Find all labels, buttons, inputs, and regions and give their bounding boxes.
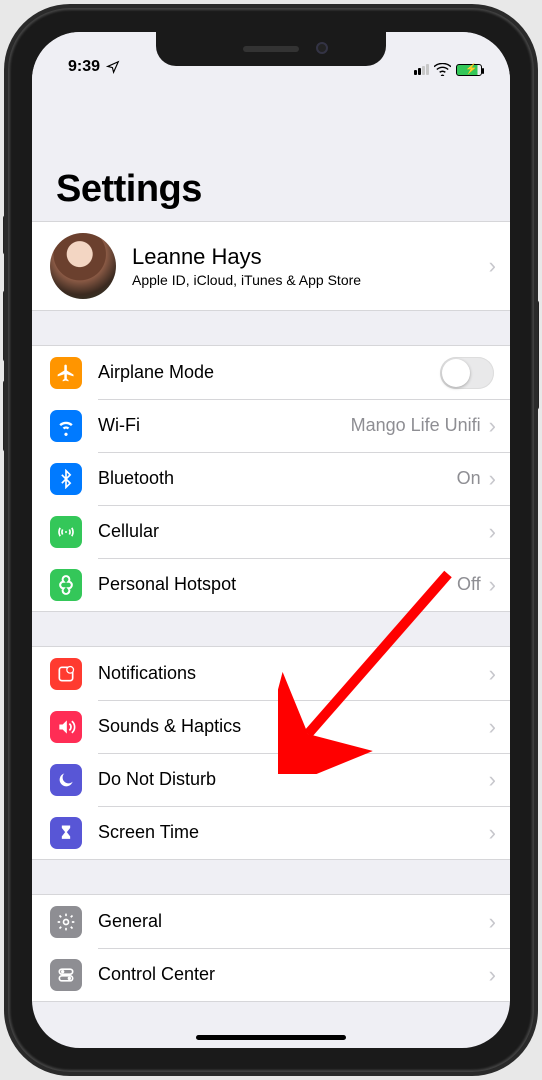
chevron-right-icon: › (487, 714, 510, 740)
row-value: On (457, 468, 481, 489)
chevron-right-icon: › (487, 519, 510, 545)
phone-frame: 9:39 ⚡ Settings Leanne Hays Apple ID, iC… (8, 8, 534, 1072)
chevron-right-icon: › (487, 909, 510, 935)
row-bluetooth[interactable]: Bluetooth On › (32, 452, 510, 505)
alerts-group: Notifications › Sounds & Haptics › Do No… (32, 646, 510, 860)
row-value: Off (457, 574, 481, 595)
connectivity-group: Airplane Mode Wi-Fi Mango Life Unifi › B… (32, 345, 510, 612)
hotspot-icon (50, 569, 82, 601)
row-screen-time[interactable]: Screen Time › (32, 806, 510, 859)
row-general[interactable]: General › (32, 895, 510, 948)
row-sounds-haptics[interactable]: Sounds & Haptics › (32, 700, 510, 753)
row-label: General (98, 911, 487, 932)
row-label: Screen Time (98, 822, 487, 843)
airplane-toggle[interactable] (440, 357, 494, 389)
row-wifi[interactable]: Wi-Fi Mango Life Unifi › (32, 399, 510, 452)
battery-charging-icon: ⚡ (456, 64, 482, 76)
speaker-icon (50, 711, 82, 743)
chevron-right-icon: › (487, 466, 510, 492)
row-cellular[interactable]: Cellular › (32, 505, 510, 558)
page-title: Settings (56, 168, 486, 211)
screen: 9:39 ⚡ Settings Leanne Hays Apple ID, iC… (32, 32, 510, 1048)
page-header: Settings (32, 78, 510, 221)
row-notifications[interactable]: Notifications › (32, 647, 510, 700)
settings-list[interactable]: Leanne Hays Apple ID, iCloud, iTunes & A… (32, 221, 510, 1048)
chevron-right-icon: › (487, 253, 510, 279)
notch (156, 32, 386, 66)
speaker-grille (243, 46, 299, 52)
row-label: Control Center (98, 964, 487, 985)
row-airplane-mode[interactable]: Airplane Mode (32, 346, 510, 399)
row-value: Mango Life Unifi (351, 415, 481, 436)
system-group: General › Control Center › (32, 894, 510, 1002)
chevron-right-icon: › (487, 413, 510, 439)
row-label: Do Not Disturb (98, 769, 487, 790)
row-label: Sounds & Haptics (98, 716, 487, 737)
row-control-center[interactable]: Control Center › (32, 948, 510, 1001)
status-time: 9:39 (68, 58, 100, 76)
row-label: Airplane Mode (98, 362, 440, 383)
avatar (50, 233, 116, 299)
airplane-icon (50, 357, 82, 389)
front-camera (316, 42, 328, 54)
chevron-right-icon: › (487, 767, 510, 793)
notifications-icon (50, 658, 82, 690)
row-personal-hotspot[interactable]: Personal Hotspot Off › (32, 558, 510, 611)
profile-name: Leanne Hays (132, 244, 487, 270)
row-label: Cellular (98, 521, 487, 542)
row-label: Notifications (98, 663, 487, 684)
row-label: Wi-Fi (98, 415, 351, 436)
bluetooth-icon (50, 463, 82, 495)
chevron-right-icon: › (487, 572, 510, 598)
gear-icon (50, 906, 82, 938)
cell-signal-icon (414, 64, 429, 75)
location-arrow-icon (106, 60, 120, 74)
row-label: Personal Hotspot (98, 574, 457, 595)
wifi-icon (50, 410, 82, 442)
cellular-icon (50, 516, 82, 548)
row-do-not-disturb[interactable]: Do Not Disturb › (32, 753, 510, 806)
chevron-right-icon: › (487, 661, 510, 687)
profile-subtitle: Apple ID, iCloud, iTunes & App Store (132, 272, 487, 288)
home-indicator[interactable] (196, 1035, 346, 1040)
moon-icon (50, 764, 82, 796)
profile-group: Leanne Hays Apple ID, iCloud, iTunes & A… (32, 221, 510, 311)
row-label: Bluetooth (98, 468, 457, 489)
chevron-right-icon: › (487, 962, 510, 988)
profile-row[interactable]: Leanne Hays Apple ID, iCloud, iTunes & A… (32, 222, 510, 310)
chevron-right-icon: › (487, 820, 510, 846)
wifi-icon (434, 63, 451, 76)
hourglass-icon (50, 817, 82, 849)
switches-icon (50, 959, 82, 991)
